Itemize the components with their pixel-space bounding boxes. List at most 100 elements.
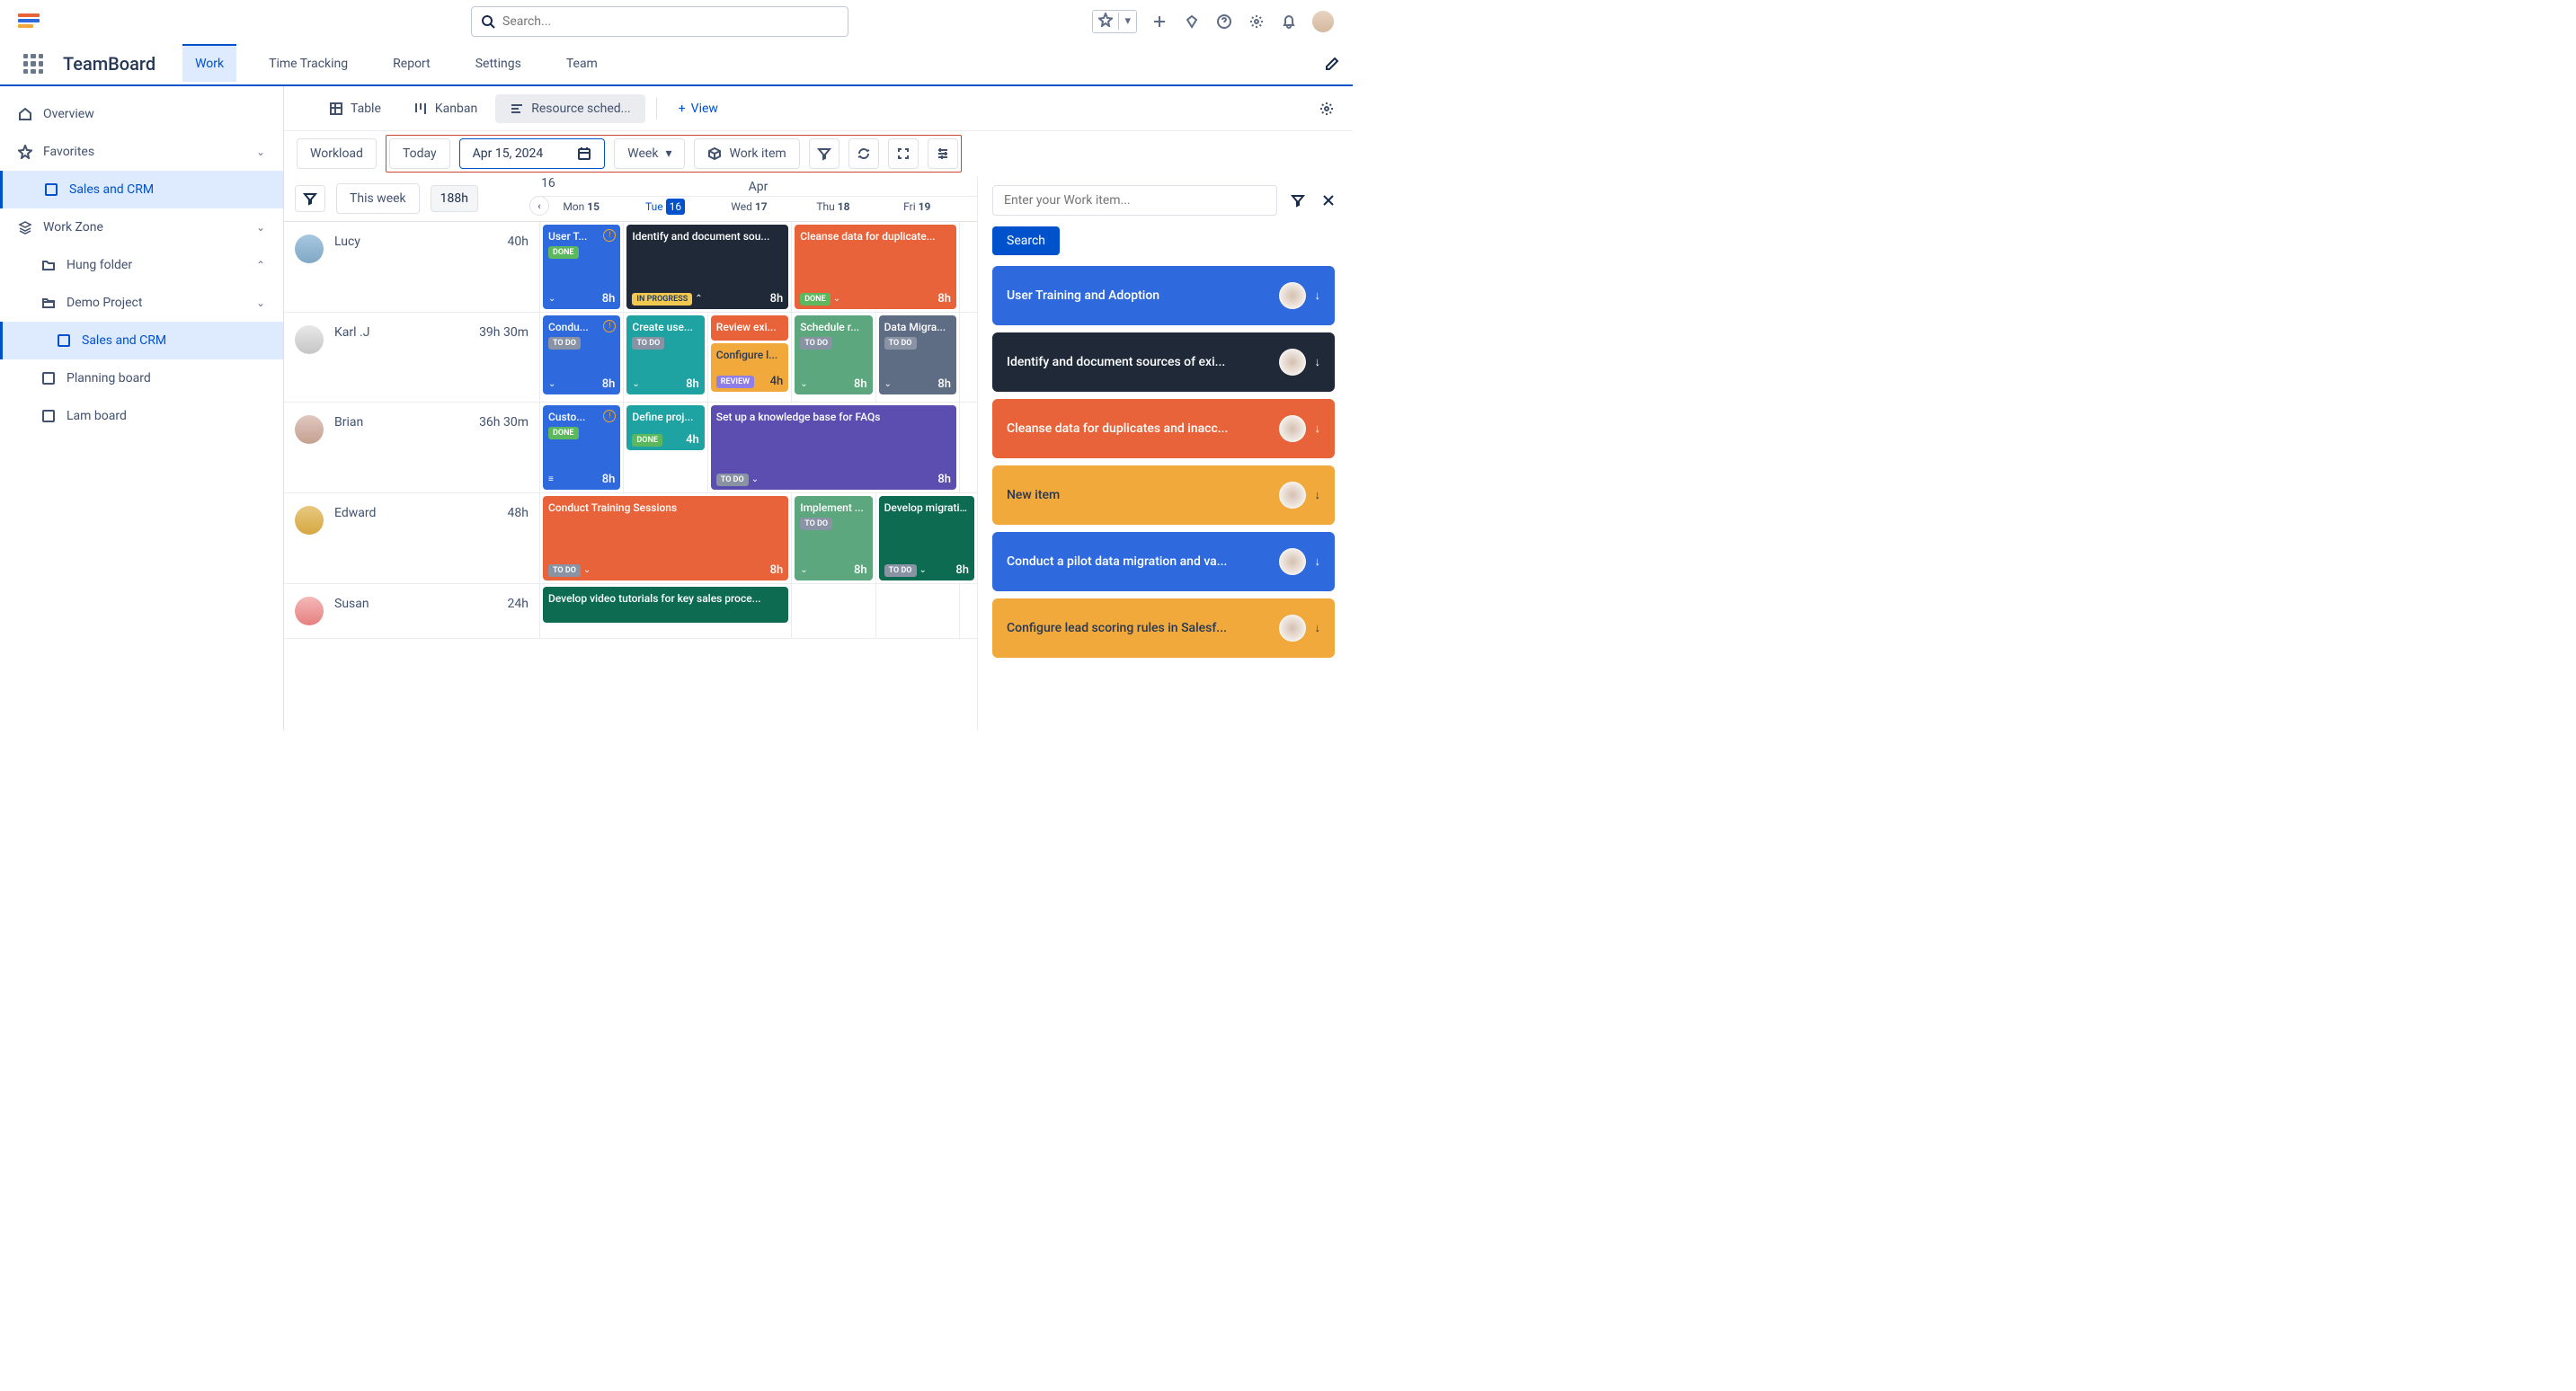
task-card[interactable]: Conduct Training Sessions TO DO ⌄8h <box>543 496 788 580</box>
filter-button[interactable] <box>809 138 839 169</box>
panel-close-button[interactable] <box>1319 190 1338 210</box>
task-card[interactable]: Set up a knowledge base for FAQs TO DO ⌄… <box>711 405 956 490</box>
search-input[interactable] <box>502 14 839 29</box>
date-picker[interactable]: Apr 15, 2024 <box>459 138 606 169</box>
task-card[interactable]: ! User T... DONE ⌄8h <box>543 225 620 309</box>
premium-button[interactable] <box>1182 12 1202 31</box>
chevron-down-icon[interactable]: ⌄ <box>632 379 639 389</box>
task-card[interactable]: Schedule r... TO DO ⌄8h <box>795 315 872 394</box>
priority-icon: ↓ <box>1315 488 1321 502</box>
sliders-icon <box>936 146 950 161</box>
panel-filter-button[interactable] <box>1288 190 1308 210</box>
workload-button[interactable]: Workload <box>297 138 377 169</box>
avatar <box>1279 349 1306 376</box>
task-card[interactable]: Implement ... TO DO ⌄8h <box>795 496 872 580</box>
task-card[interactable]: Develop video tutorials for key sales pr… <box>543 587 788 623</box>
nav-settings[interactable]: Settings <box>463 46 534 82</box>
prev-period-button[interactable]: ‹ <box>529 196 549 216</box>
task-card[interactable]: ! Custo... DONE ≡8h <box>543 405 620 490</box>
tab-kanban[interactable]: Kanban <box>399 94 492 123</box>
menu-icon[interactable]: ≡ <box>548 474 554 484</box>
user-avatar[interactable] <box>1311 10 1335 33</box>
work-item-search-input[interactable] <box>992 185 1277 216</box>
help-button[interactable] <box>1214 12 1234 31</box>
tab-table[interactable]: Table <box>315 94 395 123</box>
sliders-button[interactable] <box>928 138 958 169</box>
work-item-card[interactable]: Conduct a pilot data migration and va...… <box>992 532 1335 591</box>
work-item-card[interactable]: New item↓ <box>992 465 1335 525</box>
tab-resource-scheduler[interactable]: Resource sched... <box>495 94 644 123</box>
chevron-up-icon[interactable]: ⌃ <box>695 294 702 304</box>
chevron-down-icon[interactable]: ⌄ <box>800 379 807 389</box>
work-item-card[interactable]: Identify and document sources of exi...↓ <box>992 332 1335 392</box>
settings-button[interactable] <box>1247 12 1266 31</box>
week-selector[interactable]: Week ▾ <box>614 138 685 169</box>
nav-time-tracking[interactable]: Time Tracking <box>256 46 360 82</box>
expand-icon <box>896 146 910 161</box>
work-item-button[interactable]: Work item <box>694 138 799 169</box>
sidebar-favorites[interactable]: Favorites ⌄ <box>0 133 283 171</box>
star-dropdown[interactable]: ▾ <box>1092 10 1137 33</box>
task-card[interactable]: ! Condu... TO DO ⌄8h <box>543 315 620 394</box>
view-settings-button[interactable] <box>1317 99 1337 119</box>
task-card[interactable]: Configure l... REVIEW4h <box>711 343 788 392</box>
work-item-card[interactable]: Configure lead scoring rules in Salesf..… <box>992 598 1335 658</box>
total-hours-badge: 188h <box>431 185 478 212</box>
chevron-down-icon[interactable]: ⌄ <box>583 565 591 575</box>
sidebar-demo-sales-crm[interactable]: Sales and CRM <box>0 322 283 359</box>
chevron-down-icon[interactable]: ⌄ <box>800 565 807 575</box>
sidebar: Overview Favorites ⌄ Sales and CRM Work … <box>0 86 284 731</box>
work-item-card[interactable]: User Training and Adoption↓ <box>992 266 1335 325</box>
filter-icon <box>817 146 831 161</box>
chevron-down-icon: ⌄ <box>256 297 265 309</box>
task-card[interactable]: Review exi... <box>711 315 788 341</box>
sidebar-planning-board[interactable]: Planning board <box>0 359 283 397</box>
chevron-down-icon[interactable]: ⌄ <box>919 565 927 575</box>
person-row-edward: Edward 48h Conduct Training Sessions TO … <box>284 493 977 584</box>
sidebar-hung-folder[interactable]: Hung folder ⌃ <box>0 246 283 284</box>
fullscreen-button[interactable] <box>888 138 919 169</box>
chevron-down-icon[interactable]: ⌄ <box>751 474 759 484</box>
task-card[interactable]: Identify and document sou... IN PROGRESS… <box>626 225 788 309</box>
sidebar-demo-project[interactable]: Demo Project ⌄ <box>0 284 283 322</box>
nav-team[interactable]: Team <box>554 46 610 82</box>
chevron-down-icon[interactable]: ⌄ <box>884 379 892 389</box>
apps-menu[interactable] <box>23 54 43 74</box>
avatar <box>295 235 324 263</box>
chevron-down-icon[interactable]: ⌄ <box>548 294 555 304</box>
chevron-down-icon[interactable]: ⌄ <box>833 294 840 304</box>
task-card[interactable]: Cleanse data for duplicate... DONE ⌄8h <box>795 225 956 309</box>
diamond-icon <box>1185 14 1199 29</box>
nav-report[interactable]: Report <box>380 46 443 82</box>
task-card[interactable]: Define proj... DONE4h <box>626 405 704 450</box>
sidebar-fav-sales-crm[interactable]: Sales and CRM <box>0 171 283 208</box>
column-filter-button[interactable] <box>295 185 325 212</box>
today-button[interactable]: Today <box>389 138 450 169</box>
chevron-down-icon: ▾ <box>1118 13 1136 30</box>
global-search[interactable] <box>471 6 848 37</box>
view-tabs: Table Kanban Resource sched... + View <box>284 86 1353 131</box>
topbar: ▾ <box>0 0 1353 43</box>
add-view-button[interactable]: + View <box>668 94 729 123</box>
notifications-button[interactable] <box>1279 12 1299 31</box>
refresh-button[interactable] <box>848 138 879 169</box>
task-card[interactable]: Data Migra... TO DO ⌄8h <box>879 315 956 394</box>
avatar <box>295 325 324 354</box>
work-item-panel: Search User Training and Adoption↓ Ident… <box>977 176 1353 731</box>
sidebar-lam-board[interactable]: Lam board <box>0 397 283 435</box>
chevron-down-icon[interactable]: ⌄ <box>548 379 555 389</box>
nav-work[interactable]: Work <box>182 44 236 82</box>
add-button[interactable] <box>1150 12 1169 31</box>
this-week-button[interactable]: This week <box>336 183 420 214</box>
sidebar-workzone[interactable]: Work Zone ⌄ <box>0 208 283 246</box>
work-item-card[interactable]: Cleanse data for duplicates and inacc...… <box>992 399 1335 458</box>
avatar <box>295 506 324 535</box>
close-icon <box>1321 193 1336 208</box>
chevron-down-icon: ▾ <box>665 146 671 161</box>
search-button[interactable]: Search <box>992 226 1060 255</box>
priority-icon: ↓ <box>1315 355 1321 369</box>
sidebar-overview[interactable]: Overview <box>0 95 283 133</box>
edit-button[interactable] <box>1322 54 1342 74</box>
task-card[interactable]: Develop migratio... TO DO ⌄8h <box>879 496 974 580</box>
task-card[interactable]: Create use... TO DO ⌄8h <box>626 315 704 394</box>
